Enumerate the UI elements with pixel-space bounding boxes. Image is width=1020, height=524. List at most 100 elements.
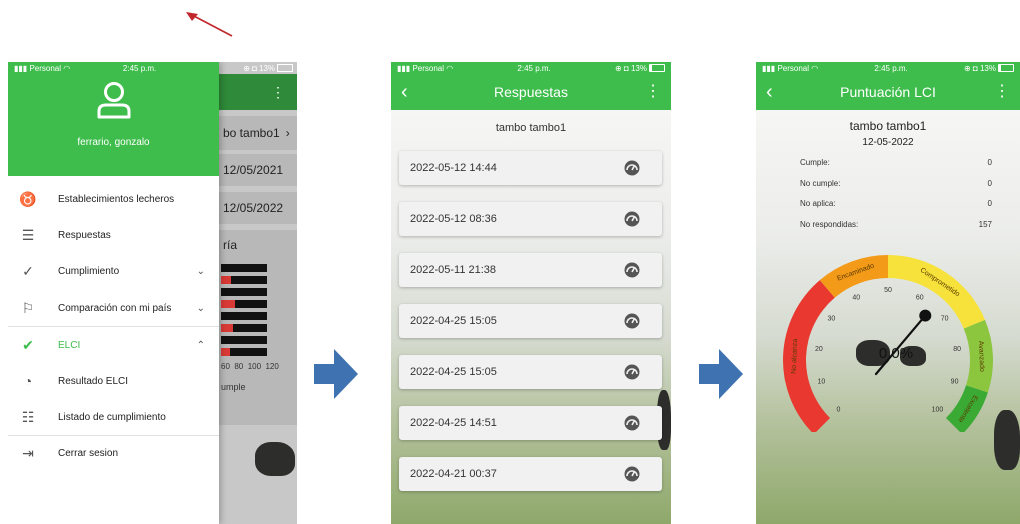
back-icon[interactable]: ‹ bbox=[766, 82, 773, 102]
gauge-band-label: Avanzado bbox=[977, 341, 985, 372]
stat-row: Cumple: 0 bbox=[800, 158, 992, 167]
background-bar-chart bbox=[221, 264, 267, 356]
background-axis-ticks: 60 80 100 120 bbox=[221, 362, 279, 371]
menu-item-label: Resultado ELCI bbox=[58, 375, 129, 387]
response-item[interactable]: 2022-05-11 21:38 bbox=[399, 253, 662, 287]
background-card-label: 12/05/2022 bbox=[223, 201, 284, 215]
arrow-right-icon bbox=[314, 349, 358, 399]
status-time: 2:45 p.m. bbox=[874, 63, 908, 73]
gauge-band-label: No alcanza bbox=[791, 339, 799, 374]
menu-item-elci[interactable]: ✔ ELCI ⌃ bbox=[8, 330, 219, 360]
status-time: 2:45 p.m. bbox=[517, 63, 551, 73]
background-chart-title: ría bbox=[223, 238, 238, 252]
arrow-right-icon bbox=[699, 349, 743, 399]
response-date: 2022-05-11 21:38 bbox=[410, 264, 497, 276]
response-item[interactable]: 2022-05-12 14:44 bbox=[399, 151, 662, 185]
chevron-right-icon: › bbox=[285, 126, 290, 140]
gauge-icon[interactable] bbox=[624, 262, 640, 278]
stat-label: No aplica: bbox=[800, 199, 836, 208]
score-date: 12-05-2022 bbox=[862, 137, 914, 148]
more-icon[interactable]: ⋮ bbox=[994, 84, 1010, 100]
back-icon[interactable]: ‹ bbox=[401, 82, 408, 102]
background-legend: umple bbox=[221, 382, 246, 392]
gauge-icon[interactable] bbox=[624, 313, 640, 329]
page-title: Puntuación LCI bbox=[840, 84, 936, 100]
logout-icon: ⇥ bbox=[22, 444, 34, 461]
chevron-down-icon: ⌄ bbox=[196, 265, 205, 277]
response-item[interactable]: 2022-04-25 14:51 bbox=[399, 406, 662, 440]
menu-item-resultado-elci[interactable]: ◔ Resultado ELCI bbox=[8, 366, 219, 396]
puntuacion-screen: ▮▮▮ Personal ◠ 2:45 p.m. ⊕ ◘ 13% ‹ Puntu… bbox=[756, 62, 1020, 524]
gauge-icon[interactable] bbox=[624, 466, 640, 482]
double-check-icon: ✓ bbox=[22, 262, 34, 279]
stat-row: No aplica: 0 bbox=[800, 199, 992, 208]
menu-item-label: Comparación con mi país bbox=[58, 302, 172, 314]
stat-value: 0 bbox=[987, 199, 992, 208]
status-bar: ▮▮▮ Personal ◠ 2:45 p.m. ⊕ ◘ 13% bbox=[756, 62, 1020, 74]
menu-item-respuestas[interactable]: ☰ Respuestas bbox=[8, 220, 219, 250]
farm-subtitle: tambo tambo1 bbox=[495, 122, 567, 134]
carrier: ▮▮▮ Personal ◠ bbox=[14, 63, 71, 73]
cow-image bbox=[255, 442, 295, 476]
response-date: 2022-04-21 00:37 bbox=[410, 468, 497, 480]
gauge-tick-label: 30 bbox=[827, 316, 835, 323]
battery: ⊕ ◘ 13% bbox=[964, 64, 1014, 73]
stat-label: Cumple: bbox=[800, 158, 830, 167]
stat-value: 0 bbox=[987, 158, 992, 167]
check-icon: ✔ bbox=[22, 336, 34, 353]
chevron-down-icon: ⌄ bbox=[196, 302, 205, 314]
menu-item-cerrar-sesion[interactable]: ⇥ Cerrar sesion bbox=[8, 438, 219, 468]
background-card: 12/05/2021 bbox=[219, 154, 297, 186]
response-item[interactable]: 2022-04-25 15:05 bbox=[399, 304, 662, 338]
gauge-icon: ◔ bbox=[23, 373, 33, 389]
more-icon: ⋮ bbox=[271, 84, 285, 100]
response-item[interactable]: 2022-05-12 08:36 bbox=[399, 202, 662, 236]
user-icon bbox=[97, 82, 131, 119]
stat-value: 157 bbox=[978, 220, 992, 229]
response-item[interactable]: 2022-04-21 00:37 bbox=[399, 457, 662, 491]
page-title: Respuestas bbox=[494, 84, 568, 100]
menu-item-label: Listado de cumplimiento bbox=[58, 411, 166, 423]
farm-name: tambo tambo1 bbox=[849, 119, 927, 133]
gauge-tick-label: 40 bbox=[852, 294, 860, 301]
menu-item-comparacion[interactable]: ⚐ Comparación con mi país ⌄ bbox=[8, 293, 219, 323]
gauge-needle-hub bbox=[919, 309, 932, 322]
stat-value: 0 bbox=[987, 179, 992, 188]
score-gauge: No alcanzaEncaminado ComprometidoAvanzado… bbox=[783, 255, 993, 432]
menu-item-cumplimiento[interactable]: ✓ Cumplimiento ⌄ bbox=[8, 256, 219, 286]
app-bar: ‹ Respuestas ⋮ bbox=[391, 74, 671, 110]
menu-item-label: Cumplimiento bbox=[58, 265, 120, 277]
drawer-header: ▮▮▮ Personal ◠ 2:45 p.m. x ferrario, gon… bbox=[8, 62, 219, 176]
gauge-icon[interactable] bbox=[624, 415, 640, 431]
user-name: ferrario, gonzalo bbox=[77, 137, 150, 148]
carrier: ▮▮▮ Personal ◠ bbox=[762, 63, 819, 73]
response-item[interactable]: 2022-04-25 15:05 bbox=[399, 355, 662, 389]
stat-row: No cumple: 0 bbox=[800, 179, 992, 188]
stat-row: No respondidas: 157 bbox=[800, 220, 992, 229]
menu-item-label: Establecimientos lecheros bbox=[58, 193, 175, 205]
gauge-tick-label: 10 bbox=[818, 378, 826, 385]
menu-item-listado[interactable]: ☷ Listado de cumplimiento bbox=[8, 402, 219, 432]
carrier: ▮▮▮ Personal ◠ bbox=[397, 63, 454, 73]
annotation-arrow bbox=[186, 12, 233, 37]
response-date: 2022-04-25 14:51 bbox=[410, 417, 497, 429]
gauge-icon[interactable] bbox=[624, 211, 640, 227]
battery: ⊕ ◘ 13% bbox=[615, 64, 665, 73]
more-icon[interactable]: ⋮ bbox=[645, 84, 661, 100]
menu-item-establecimientos[interactable]: ♉ Establecimientos lecheros bbox=[8, 184, 219, 214]
gauge-band bbox=[888, 255, 986, 329]
cow-icon: ♉ bbox=[19, 190, 37, 207]
background-appbar: ⋮ bbox=[219, 74, 297, 110]
status-right: ⊕ ◘ 13% bbox=[243, 62, 293, 74]
stat-label: No respondidas: bbox=[800, 220, 859, 229]
background-card: bo tambo1 › bbox=[219, 116, 297, 150]
gauge-icon[interactable] bbox=[624, 364, 640, 380]
gauge-tick-label: 60 bbox=[916, 294, 924, 301]
gauge-icon[interactable] bbox=[624, 160, 640, 176]
response-date: 2022-04-25 15:05 bbox=[410, 315, 497, 327]
response-date: 2022-04-25 15:05 bbox=[410, 366, 497, 378]
background-card-label: bo tambo1 bbox=[223, 126, 280, 140]
response-date: 2022-05-12 14:44 bbox=[410, 162, 497, 174]
divider bbox=[8, 435, 219, 436]
menu-item-label: ELCI bbox=[58, 339, 81, 351]
